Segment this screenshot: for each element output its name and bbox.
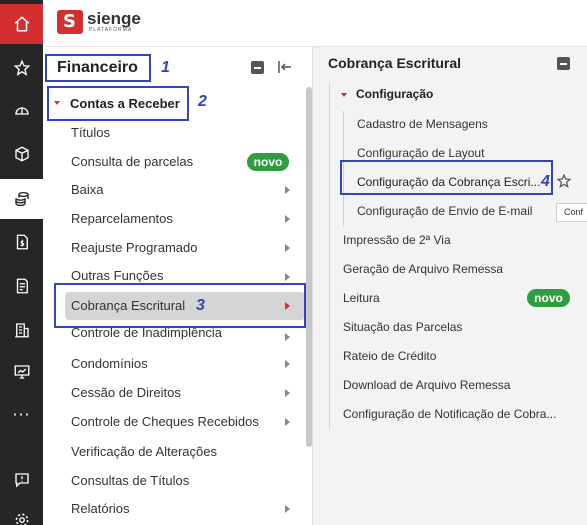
engineering-button[interactable] (0, 91, 43, 131)
document-dollar-icon (16, 234, 28, 250)
menu-item-reparcelamentos[interactable]: Reparcelamentos (71, 208, 173, 230)
building-icon (14, 323, 29, 338)
supplies-button[interactable] (0, 134, 43, 174)
buildings-button[interactable] (0, 310, 43, 350)
menu-item-configuracao-notificacao[interactable]: Configuração de Notificação de Cobra... (343, 404, 556, 424)
settings-icon (15, 513, 28, 525)
menu-item-outras-funcoes[interactable]: Outras Funções (71, 266, 164, 282)
panel-title: Cobrança Escritural (328, 55, 462, 71)
chevron-right-icon (285, 360, 290, 368)
menu-item-download-arquivo-remessa[interactable]: Download de Arquivo Remessa (343, 375, 510, 395)
left-rail: ··· (0, 0, 43, 525)
reports-button[interactable] (0, 266, 43, 306)
chevron-right-icon (285, 418, 290, 426)
logo-name: sienge (87, 9, 141, 28)
caret-down-icon (341, 93, 347, 97)
menu-item-rateio-credito[interactable]: Rateio de Crédito (343, 346, 436, 366)
helmet-icon (14, 107, 29, 115)
cobranca-escritural-panel: Cobrança Escritural Configuração Cadastr… (313, 47, 587, 525)
sienge-logo[interactable]: S sienge PLATAFORMA (57, 10, 141, 34)
home-button[interactable] (0, 4, 43, 44)
minimize-icon[interactable] (557, 57, 570, 70)
minimize-icon[interactable] (251, 61, 264, 74)
app-root: ··· S sienge PLATAFORMA Financeiro Conta… (0, 0, 587, 525)
sienge-logo-icon: S (57, 10, 83, 34)
menu-item-leitura[interactable]: Leitura (343, 288, 380, 308)
menu-item-relatorios[interactable]: Relatórios (71, 498, 130, 520)
menu-item-controle-cheques[interactable]: Controle de Cheques Recebidos (71, 411, 259, 433)
more-icon: ··· (12, 405, 31, 424)
annotation-box-4 (340, 160, 553, 195)
annotation-number-4: 4 (541, 173, 550, 190)
more-button[interactable]: ··· (0, 395, 43, 435)
section-configuracao[interactable]: Configuração (356, 84, 433, 104)
new-badge: novo (247, 153, 289, 171)
annotation-box-3 (54, 283, 306, 328)
star-icon (13, 59, 30, 76)
monitor-icon (14, 365, 29, 379)
chevron-right-icon (285, 333, 290, 341)
menu-item-impressao-2a-via[interactable]: Impressão de 2ª Via (343, 230, 451, 250)
menu-item-titulos[interactable]: Títulos (71, 122, 110, 144)
annotation-number-2: 2 (198, 93, 207, 110)
menu-item-situacao-parcelas[interactable]: Situação das Parcelas (343, 317, 462, 337)
annotation-number-1: 1 (161, 59, 170, 76)
chevron-right-icon (285, 273, 290, 281)
menu-item-consultas-titulos[interactable]: Consultas de Títulos (71, 470, 189, 492)
chevron-right-icon (285, 505, 290, 513)
logo-subtitle: PLATAFORMA (89, 27, 133, 33)
chevron-right-icon (285, 186, 290, 194)
finance-button[interactable] (0, 179, 43, 219)
menu-item-condominios[interactable]: Condomínios (71, 353, 148, 375)
chevron-right-icon (285, 215, 290, 223)
scrollbar[interactable] (306, 87, 312, 447)
dashboard-button[interactable] (0, 352, 43, 392)
box-icon (14, 146, 29, 162)
menu-item-configuracao-envio-email[interactable]: Configuração de Envio de E-mail (357, 201, 532, 221)
menu-item-verificacao-alteracoes[interactable]: Verificação de Alterações (71, 441, 217, 463)
feedback-button[interactable] (0, 460, 43, 500)
favorites-button[interactable] (0, 48, 43, 88)
collapse-panel-icon[interactable] (277, 60, 293, 74)
menu-item-controle-inadimplencia[interactable]: Controle de Inadimplência (71, 328, 222, 344)
menu-item-baixa[interactable]: Baixa (71, 179, 104, 201)
new-badge: novo (527, 289, 570, 307)
document-list-icon (16, 278, 28, 294)
chevron-right-icon (285, 244, 290, 252)
annotation-box-1 (45, 54, 151, 82)
menu-item-geracao-arquivo-remessa[interactable]: Geração de Arquivo Remessa (343, 259, 503, 279)
coins-icon (14, 191, 29, 207)
tooltip: Conf (556, 203, 587, 222)
chevron-right-icon (285, 389, 290, 397)
top-header: S sienge PLATAFORMA (43, 0, 587, 47)
settings-button[interactable] (0, 500, 43, 525)
menu-item-consulta-parcelas[interactable]: Consulta de parcelas (71, 151, 193, 173)
favorite-star-icon[interactable] (556, 173, 572, 189)
feedback-icon (14, 473, 29, 488)
menu-item-cessao-direitos[interactable]: Cessão de Direitos (71, 382, 181, 404)
home-icon (14, 16, 29, 32)
menu-item-reajuste-programado[interactable]: Reajuste Programado (71, 237, 197, 259)
billing-button[interactable] (0, 222, 43, 262)
annotation-number-3: 3 (196, 297, 205, 314)
annotation-box-2 (47, 86, 189, 121)
tree-line (329, 83, 330, 429)
menu-item-cadastro-mensagens[interactable]: Cadastro de Mensagens (357, 114, 488, 134)
